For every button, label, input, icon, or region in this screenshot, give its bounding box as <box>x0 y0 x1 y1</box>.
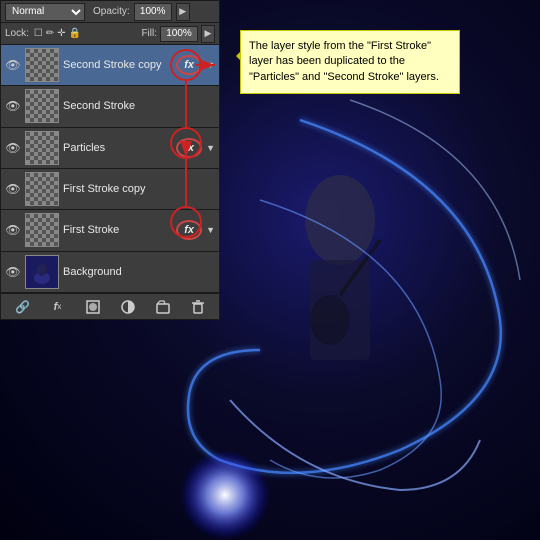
lock-transparent-icon[interactable]: ☐ <box>34 28 43 39</box>
layers-list: 👁 Second Stroke copy fx ▼ 👁 Second Strok… <box>1 45 219 293</box>
opacity-value: 100% <box>134 3 172 21</box>
fill-arrow[interactable]: ▶ <box>201 25 215 43</box>
fx-badge-second-stroke-copy: fx <box>176 55 202 75</box>
fill-label: Fill: <box>141 28 157 39</box>
layer-thumb-second-stroke-copy <box>25 48 59 82</box>
layer-name-background: Background <box>63 266 215 278</box>
lock-brush-icon[interactable]: ✏ <box>46 28 54 39</box>
layer-name-second-stroke: Second Stroke <box>63 100 215 112</box>
layer-row-first-stroke[interactable]: 👁 First Stroke fx ▼ <box>1 210 219 251</box>
blend-mode-select[interactable]: Normal <box>5 3 85 21</box>
lock-fill-bar: Lock: ☐ ✏ ✛ 🔒 Fill: 100% ▶ <box>1 23 219 45</box>
visibility-icon-background[interactable]: 👁 <box>5 264 21 280</box>
add-adjustment-icon[interactable] <box>118 297 138 317</box>
layer-row-first-stroke-copy[interactable]: 👁 First Stroke copy <box>1 169 219 210</box>
visibility-icon-first-stroke[interactable]: 👁 <box>5 222 21 238</box>
layer-row-background[interactable]: 👁 Background <box>1 252 219 293</box>
layer-thumb-particles <box>25 131 59 165</box>
opacity-label: Opacity: <box>93 6 130 17</box>
visibility-icon-second-stroke[interactable]: 👁 <box>5 98 21 114</box>
layer-name-first-stroke-copy: First Stroke copy <box>63 183 215 195</box>
layer-name-particles: Particles <box>63 142 172 154</box>
lock-all-icon[interactable]: 🔒 <box>69 28 81 39</box>
layer-row-second-stroke[interactable]: 👁 Second Stroke <box>1 86 219 127</box>
fx-badge-particles: fx <box>176 138 202 158</box>
visibility-icon-second-stroke-copy[interactable]: 👁 <box>5 57 21 73</box>
visibility-icon-particles[interactable]: 👁 <box>5 140 21 156</box>
fill-value: 100% <box>160 26 198 42</box>
add-mask-icon[interactable] <box>83 297 103 317</box>
fx-arrow-second-stroke-copy[interactable]: ▼ <box>206 60 215 70</box>
layer-thumb-background <box>25 255 59 289</box>
fx-arrow-first-stroke[interactable]: ▼ <box>206 225 215 235</box>
fx-arrow-particles[interactable]: ▼ <box>206 143 215 153</box>
lock-position-icon[interactable]: ✛ <box>57 28 65 39</box>
callout-box: The layer style from the "First Stroke" … <box>240 30 460 94</box>
layers-bottom-toolbar: 🔗 fx <box>1 293 219 319</box>
layer-thumb-second-stroke <box>25 89 59 123</box>
layer-row-particles[interactable]: 👁 Particles fx ▼ <box>1 128 219 169</box>
layer-row-second-stroke-copy[interactable]: 👁 Second Stroke copy fx ▼ <box>1 45 219 86</box>
fx-badge-first-stroke: fx <box>176 220 202 240</box>
layer-thumb-first-stroke <box>25 213 59 247</box>
delete-layer-icon[interactable] <box>188 297 208 317</box>
create-group-icon[interactable] <box>153 297 173 317</box>
visibility-icon-first-stroke-copy[interactable]: 👁 <box>5 181 21 197</box>
layer-name-first-stroke: First Stroke <box>63 224 172 236</box>
opacity-arrow[interactable]: ▶ <box>176 3 190 21</box>
layers-panel: Normal Opacity: 100% ▶ Lock: ☐ ✏ ✛ 🔒 Fil… <box>0 0 220 320</box>
callout-text: The layer style from the "First Stroke" … <box>249 40 439 83</box>
lock-label: Lock: <box>5 28 29 39</box>
add-layer-style-icon[interactable]: fx <box>48 297 68 317</box>
link-layers-icon[interactable]: 🔗 <box>13 297 33 317</box>
layer-name-second-stroke-copy: Second Stroke copy <box>63 59 172 71</box>
layer-thumb-first-stroke-copy <box>25 172 59 206</box>
blend-opacity-bar: Normal Opacity: 100% ▶ <box>1 1 219 23</box>
